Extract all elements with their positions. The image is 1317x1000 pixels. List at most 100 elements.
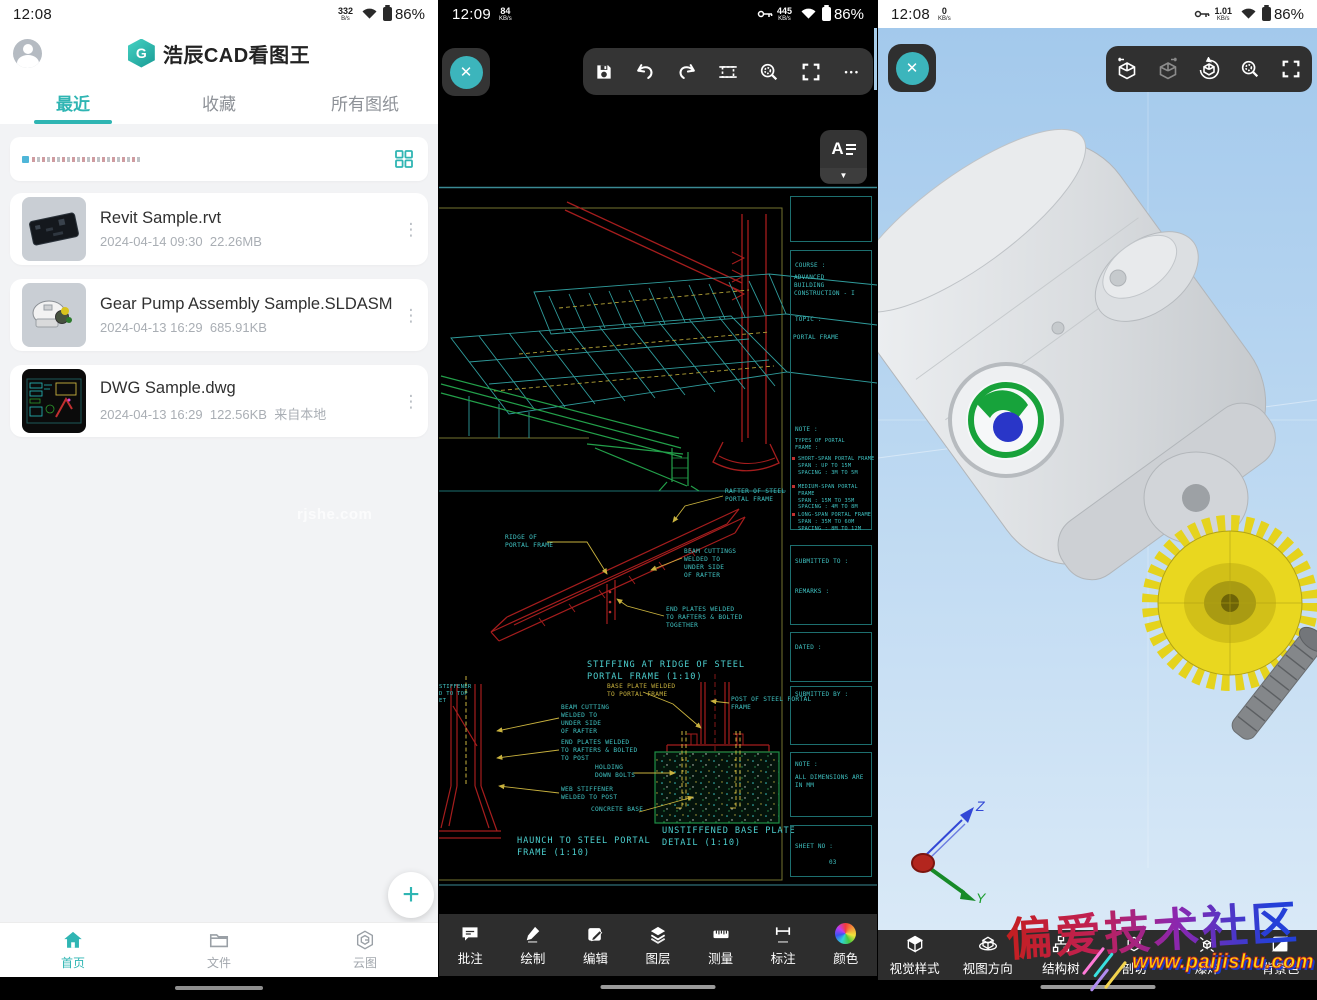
titleblock-text: REMARKS : (795, 588, 829, 596)
titleblock-box (790, 196, 872, 242)
panel-cad-viewer: 12:09 84 KB/s 445 KB/s 86% ✕ (439, 0, 877, 1000)
axis-z-label: Z (975, 798, 985, 814)
battery-icon (822, 7, 831, 21)
layers-icon (648, 924, 668, 944)
save-icon (594, 62, 614, 82)
announcement-micro-text (22, 156, 392, 163)
app-logo: G 浩辰CAD看图王 (128, 39, 310, 68)
fit-page-button[interactable] (707, 48, 748, 95)
drawing-label: BASE PLATE WELDED TO PORTAL FRAME (607, 683, 675, 699)
annotation-toolbar: 批注 绘制 编辑 图层 测量 标注 (439, 914, 877, 976)
avatar[interactable] (13, 39, 42, 68)
titleblock-text: ALL DIMENSIONS ARE IN MM (795, 774, 864, 790)
announcement-bar[interactable] (10, 137, 428, 181)
fullscreen-button[interactable] (1271, 46, 1312, 92)
file-row-revit[interactable]: Revit Sample.rvt 2024-04-14 09:30 22.26M… (10, 193, 428, 265)
view-redo-button[interactable] (1147, 46, 1188, 92)
tab-recent[interactable]: 最近 (0, 80, 146, 124)
more-button[interactable]: ••• (832, 48, 873, 95)
zoom-window-button[interactable] (749, 48, 790, 95)
cad-canvas[interactable]: RAFTER OF STEEL PORTAL FRAME RIDGE OF PO… (439, 186, 877, 914)
close-drawing-button[interactable]: ✕ (442, 48, 490, 96)
clock: 12:08 (13, 6, 52, 23)
tab-all-drawings[interactable]: 所有图纸 (292, 80, 438, 124)
titleblock-text: TYPES OF PORTAL FRAME : (795, 438, 845, 452)
expand-caret-icon[interactable]: ▼ (820, 168, 867, 183)
clock: 12:09 (452, 6, 491, 23)
home-pill[interactable] (175, 986, 263, 990)
fullscreen-button[interactable] (790, 48, 831, 95)
close-icon: ✕ (450, 56, 483, 89)
tool-measure[interactable]: 测量 (689, 914, 752, 976)
titleblock-text: TOPIC : (795, 316, 822, 324)
drawing-label: RIDGE OF PORTAL FRAME (505, 534, 553, 550)
tool-color[interactable]: 颜色 (814, 914, 877, 976)
watermark-brush-strokes (1090, 944, 1140, 1000)
scrollbar[interactable] (874, 28, 877, 90)
titleblock-box (790, 632, 872, 682)
watermark-text: rjshe.com (297, 506, 372, 523)
tool-edit[interactable]: 编辑 (564, 914, 627, 976)
dimension-icon (773, 924, 793, 944)
home-pill[interactable] (601, 985, 716, 989)
undo-icon (634, 61, 656, 83)
nav-label: 首页 (61, 954, 85, 971)
redo-button[interactable] (666, 48, 707, 95)
view-undo-button[interactable] (1106, 46, 1147, 92)
drawing-label: END PLATES WELDED TO RAFTERS & BOLTED TO… (666, 606, 742, 630)
text-style-a: A (831, 139, 843, 159)
titleblock-text: SHORT-SPAN PORTAL FRAME SPAN : UP TO 15M… (798, 456, 874, 476)
battery-percent: 86% (834, 6, 864, 23)
tool-layers[interactable]: 图层 (627, 914, 690, 976)
tool-dimension[interactable]: 标注 (752, 914, 815, 976)
zoom-window-button[interactable] (1230, 46, 1271, 92)
wifi-icon (362, 6, 377, 23)
detail-caption: STIFFING AT RIDGE OF STEEL PORTAL FRAME … (587, 660, 745, 683)
wifi-icon (801, 6, 816, 23)
battery-icon (1262, 7, 1271, 21)
zoom-window-icon (1239, 58, 1261, 80)
network-speed-2: 1.01 KB/s (1214, 7, 1232, 22)
file-row-gear-pump[interactable]: Gear Pump Assembly Sample.SLDASM 2024-04… (10, 279, 428, 351)
close-model-button[interactable]: ✕ (888, 44, 936, 92)
tool-comment[interactable]: 批注 (439, 914, 502, 976)
file-thumbnail (22, 283, 86, 347)
close-icon: ✕ (896, 52, 929, 85)
status-bar-right: 12:08 0 KB/s 1.01 KB/s 86% (878, 0, 1317, 28)
text-lines-icon (846, 144, 856, 155)
tab-favorites[interactable]: 收藏 (146, 80, 292, 124)
bullet-marker (792, 485, 795, 488)
file-menu-kebab-icon[interactable]: ⋮ (394, 221, 428, 238)
file-menu-kebab-icon[interactable]: ⋮ (394, 307, 428, 324)
rotate-view-button[interactable] (1188, 46, 1229, 92)
detail-caption: UNSTIFFENED BASE PLATE DETAIL (1:10) (662, 826, 796, 849)
file-menu-kebab-icon[interactable]: ⋮ (394, 393, 428, 410)
nav-files[interactable]: 文件 (146, 923, 292, 977)
cloud-drawing-icon (354, 929, 376, 951)
ruler-icon (711, 924, 731, 944)
add-file-fab[interactable]: + (388, 872, 434, 918)
screen: 12:08 332 B/s 86% G 浩辰CAD看图王 (0, 0, 1317, 1000)
color-wheel-icon (835, 923, 856, 944)
bullet-marker (792, 513, 795, 516)
home-icon (62, 929, 84, 951)
grid-view-toggle-icon[interactable] (392, 147, 416, 171)
file-row-dwg[interactable]: DWG Sample.dwg 2024-04-13 16:29 122.56KB… (10, 365, 428, 437)
text-style-button[interactable]: A ▼ (820, 130, 867, 184)
tool-visual-style[interactable]: 视觉样式 (878, 930, 951, 980)
tool-draw[interactable]: 绘制 (502, 914, 565, 976)
folder-icon (208, 929, 230, 951)
model-viewport[interactable]: Z Y (878, 28, 1317, 930)
nav-cloud[interactable]: 云图 (292, 923, 438, 977)
titleblock-text: NOTE : (795, 761, 818, 769)
drawing-label: WEB STIFFENER WELDED TO POST (561, 786, 617, 802)
vpn-key-icon (1194, 6, 1210, 23)
file-list: Revit Sample.rvt 2024-04-14 09:30 22.26M… (0, 124, 438, 451)
nav-home[interactable]: 首页 (0, 923, 146, 977)
drawing-toolbar: ••• (583, 48, 873, 95)
file-meta: 2024-04-14 09:30 22.26MB (100, 234, 394, 249)
undo-button[interactable] (624, 48, 665, 95)
titleblock-text: COURSE : (795, 262, 826, 270)
view-orientation-icon (978, 934, 998, 954)
save-button[interactable] (583, 48, 624, 95)
